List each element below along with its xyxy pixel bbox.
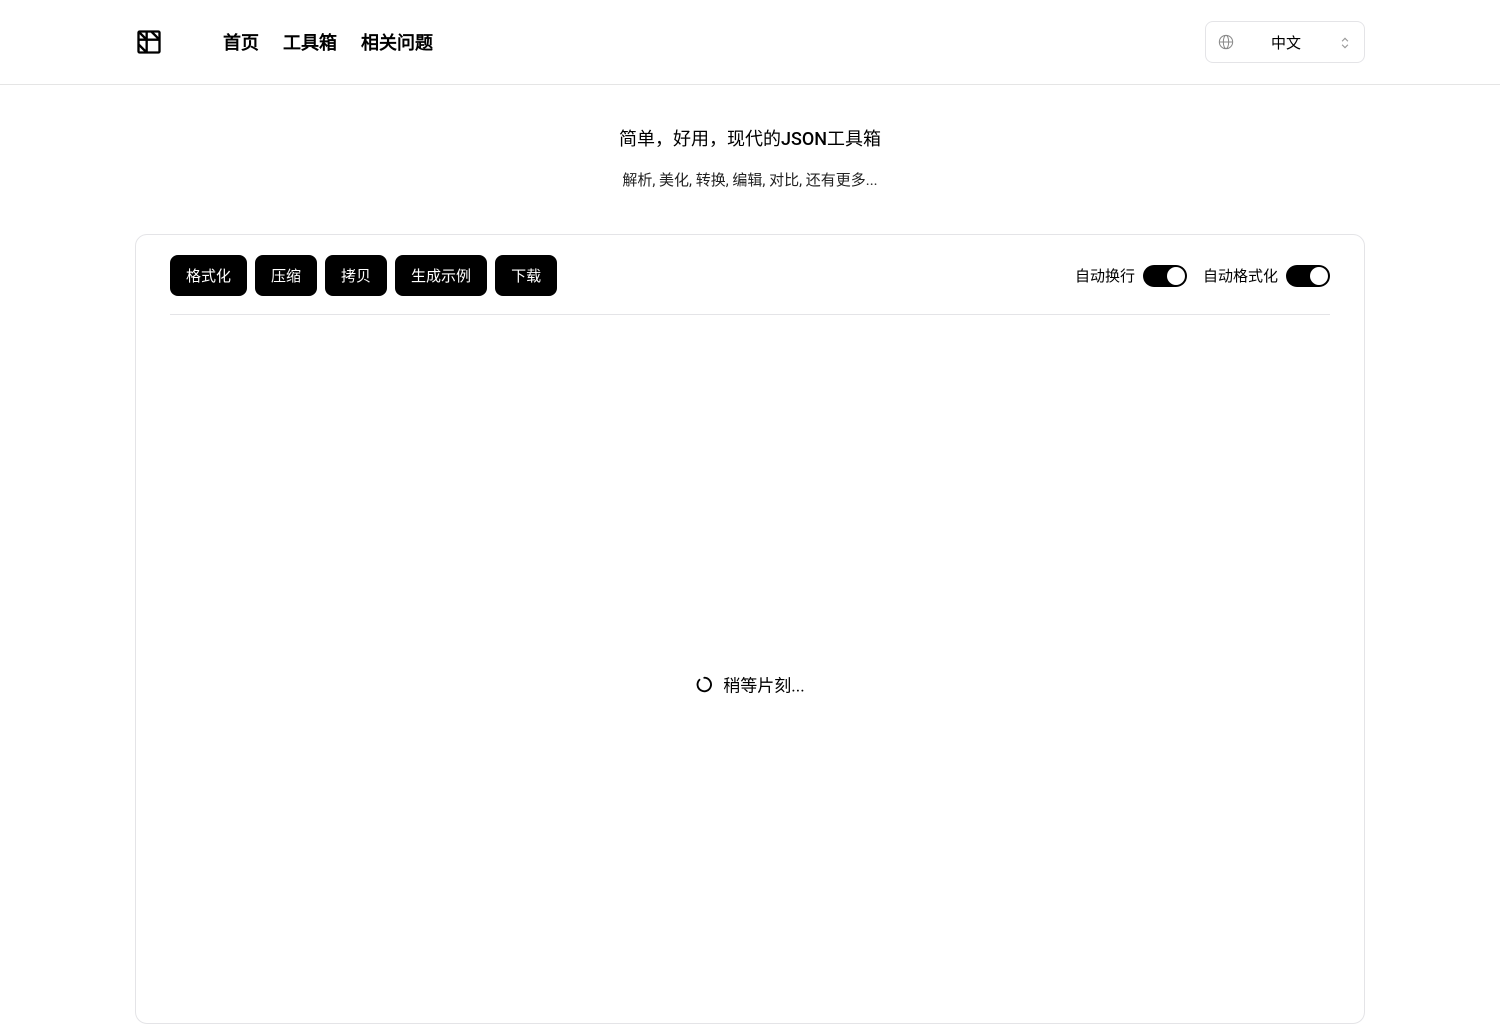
compress-button[interactable]: 压缩: [255, 255, 317, 296]
auto-wrap-label: 自动换行: [1075, 265, 1135, 286]
globe-icon: [1218, 34, 1234, 50]
main-nav: 首页 工具箱 相关问题: [223, 29, 433, 55]
auto-format-toggle-wrap: 自动格式化: [1203, 265, 1330, 287]
nav-toolbox[interactable]: 工具箱: [283, 29, 337, 55]
chevron-up-down-icon: [1338, 35, 1352, 49]
hero: 简单，好用，现代的JSON工具箱 解析, 美化, 转换, 编辑, 对比, 还有更…: [0, 85, 1500, 214]
toggle-group: 自动换行 自动格式化: [1075, 265, 1330, 287]
auto-wrap-toggle-wrap: 自动换行: [1075, 265, 1187, 287]
hero-title: 简单，好用，现代的JSON工具箱: [0, 125, 1500, 151]
toolbar: 格式化 压缩 拷贝 生成示例 下载 自动换行 自动格式化: [170, 255, 1330, 315]
editor-panel: 格式化 压缩 拷贝 生成示例 下载 自动换行 自动格式化 稍等片刻...: [135, 234, 1365, 1024]
header: 首页 工具箱 相关问题 中文: [0, 0, 1500, 85]
auto-format-label: 自动格式化: [1203, 265, 1278, 286]
toggle-knob: [1310, 267, 1328, 285]
toggle-knob: [1167, 267, 1185, 285]
loading-text: 稍等片刻...: [723, 672, 804, 697]
format-button[interactable]: 格式化: [170, 255, 247, 296]
download-button[interactable]: 下载: [495, 255, 557, 296]
auto-format-toggle[interactable]: [1286, 265, 1330, 287]
language-select[interactable]: 中文: [1205, 21, 1365, 63]
hero-subtitle: 解析, 美化, 转换, 编辑, 对比, 还有更多...: [0, 169, 1500, 190]
header-left: 首页 工具箱 相关问题: [135, 28, 433, 56]
nav-home[interactable]: 首页: [223, 29, 259, 55]
copy-button[interactable]: 拷贝: [325, 255, 387, 296]
app-logo-icon[interactable]: [135, 28, 163, 56]
language-select-left: [1218, 34, 1234, 50]
auto-wrap-toggle[interactable]: [1143, 265, 1187, 287]
language-current: 中文: [1244, 32, 1328, 53]
nav-faq[interactable]: 相关问题: [361, 29, 433, 55]
generate-example-button[interactable]: 生成示例: [395, 255, 487, 296]
spinner-icon: [695, 675, 713, 693]
loading-indicator: 稍等片刻...: [695, 672, 804, 697]
button-group: 格式化 压缩 拷贝 生成示例 下载: [170, 255, 557, 296]
